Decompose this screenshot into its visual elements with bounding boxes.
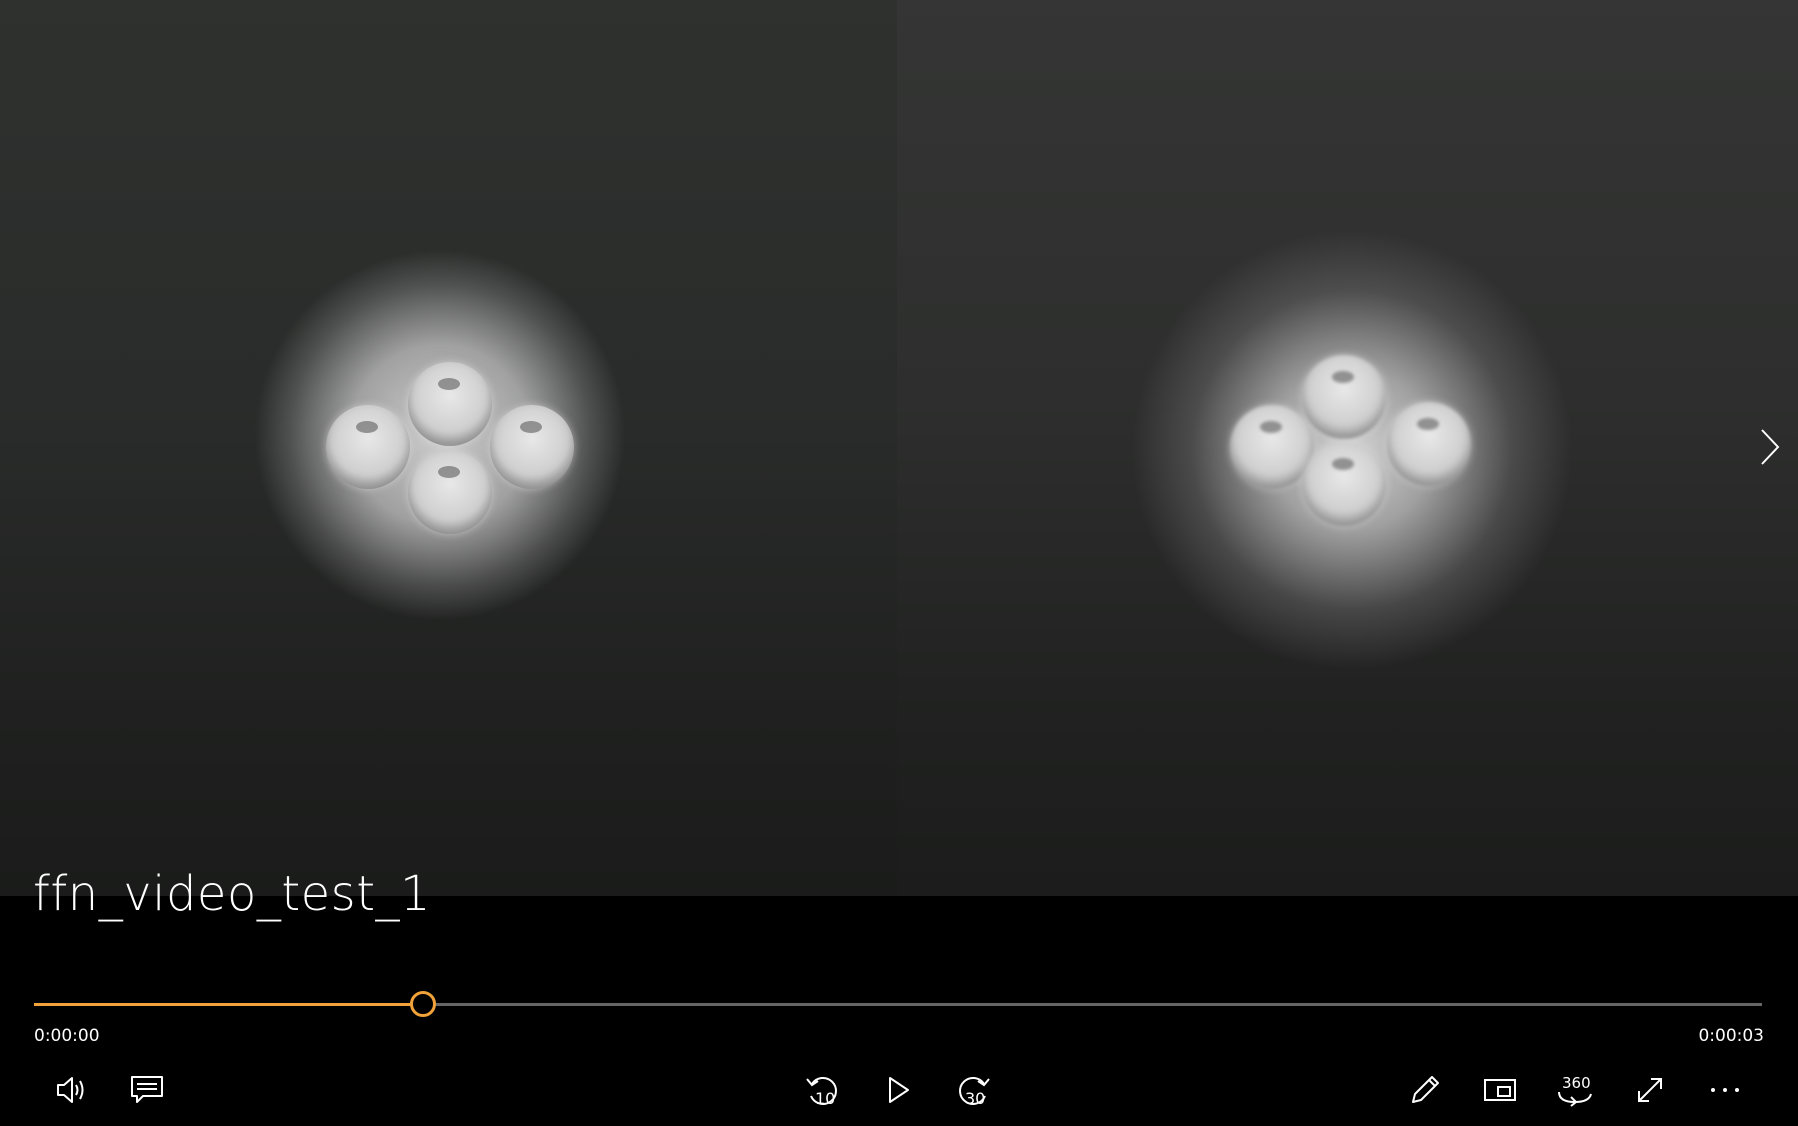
captions-button[interactable] [122, 1066, 172, 1114]
embryo-cell [1387, 402, 1471, 486]
video-frame[interactable] [0, 0, 1798, 896]
video-left-pane [0, 0, 897, 896]
embryo-cell [490, 405, 574, 489]
current-time: 0:00:00 [34, 1026, 100, 1046]
embryo-cell [408, 362, 492, 446]
skip-back-10-icon: 10 [803, 1070, 843, 1110]
play-button[interactable] [873, 1066, 923, 1114]
skip-forward-30-label: 30 [965, 1089, 986, 1108]
seek-thumb[interactable] [409, 991, 436, 1017]
video-right-pane [897, 0, 1798, 896]
edit-pencil-icon [1407, 1072, 1443, 1108]
total-duration: 0:00:03 [1698, 1026, 1764, 1046]
seek-bar[interactable] [34, 990, 1762, 1020]
more-options-button[interactable] [1700, 1066, 1750, 1114]
view-360-button[interactable]: 360 [1550, 1066, 1600, 1114]
seek-progress-fill [34, 1003, 423, 1006]
captions-icon [129, 1074, 165, 1106]
skip-back-10-label: 10 [815, 1089, 836, 1108]
embryo-cell [408, 450, 492, 534]
view-360-icon: 360 [1555, 1072, 1595, 1108]
next-arrow-icon[interactable] [1756, 427, 1784, 467]
skip-forward-30-icon: 30 [953, 1070, 993, 1110]
video-player: ffn_video_test_1 0:00:00 0:00:03 10 30 3… [0, 0, 1798, 1126]
mini-view-button[interactable] [1475, 1066, 1525, 1114]
video-title: ffn_video_test_1 [33, 866, 432, 922]
volume-button[interactable] [47, 1066, 97, 1114]
embryo-cell [1230, 405, 1314, 489]
edit-button[interactable] [1400, 1066, 1450, 1114]
embryo-cell [326, 405, 410, 489]
more-options-icon [1708, 1085, 1742, 1095]
skip-back-10-button[interactable]: 10 [798, 1066, 848, 1114]
mini-view-icon [1482, 1075, 1518, 1105]
fullscreen-button[interactable] [1625, 1066, 1675, 1114]
play-icon [883, 1074, 913, 1106]
embryo-cell [1302, 355, 1386, 439]
embryo-cell [1302, 442, 1386, 526]
skip-forward-30-button[interactable]: 30 [948, 1066, 998, 1114]
volume-icon [54, 1074, 90, 1106]
fullscreen-icon [1633, 1073, 1667, 1107]
